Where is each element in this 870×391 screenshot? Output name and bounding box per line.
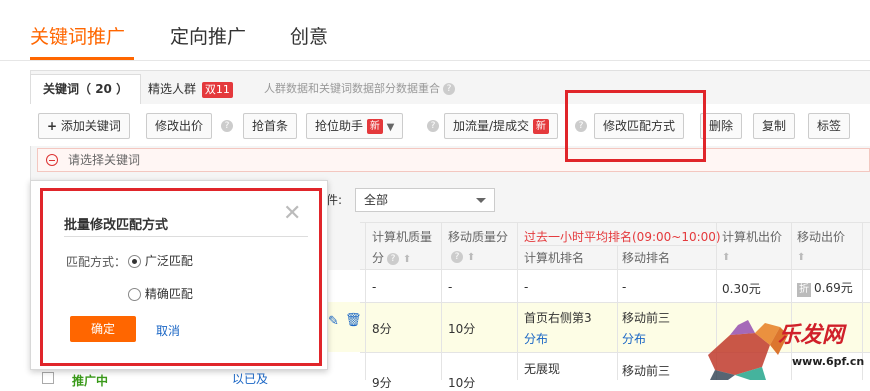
header-pc-quality[interactable]: 计算机质量 bbox=[372, 228, 432, 245]
cell-pc-quality: 8分 bbox=[372, 322, 392, 336]
new-badge: 新 bbox=[532, 119, 549, 134]
subtab-crowd-label: 精选人群 bbox=[148, 82, 197, 96]
sort-up-icon[interactable]: ⬆ bbox=[722, 252, 730, 263]
row-divider bbox=[360, 302, 870, 303]
crowd-data-hint: 人群数据和关键词数据部分数据重合? bbox=[264, 74, 455, 104]
tag-button[interactable]: 标签 bbox=[808, 113, 851, 139]
add-traffic-button[interactable]: 加流量/提成交 新 bbox=[444, 113, 558, 139]
row-link[interactable]: 以已及 bbox=[232, 370, 268, 387]
chevron-down-icon: ▼ bbox=[386, 122, 395, 133]
divider bbox=[0, 60, 870, 61]
select-keyword-text: 请选择关键词 bbox=[68, 153, 141, 167]
column-divider bbox=[441, 222, 442, 380]
cell-mobile-quality: 10分 bbox=[448, 376, 476, 390]
subtab-keywords-label: 关键词 bbox=[43, 82, 80, 96]
subtab-crowd[interactable]: 精选人群 双11 bbox=[148, 74, 233, 104]
help-icon[interactable]: ? bbox=[451, 250, 463, 263]
select-keyword-alert: 请选择关键词 bbox=[37, 148, 870, 172]
header-text: 分 bbox=[372, 251, 385, 265]
new-badge: 新 bbox=[366, 119, 383, 134]
tab-keyword-promotion[interactable]: 关键词推广 bbox=[30, 22, 125, 49]
tab-creative[interactable]: 创意 bbox=[290, 22, 328, 49]
header-pc-bid-sort[interactable]: ⬆ bbox=[722, 249, 730, 263]
sort-up-icon[interactable]: ⬆ bbox=[467, 252, 475, 263]
cell-pc-bid[interactable]: 0.30元 bbox=[722, 280, 761, 297]
watermark-text: 乐发网 bbox=[778, 323, 845, 348]
grab-top-label: 抢首条 bbox=[252, 119, 289, 133]
header-avg-rank: 过去一小时平均排名(09:00~10:00) bbox=[524, 230, 721, 244]
cell-pc-quality: - bbox=[372, 280, 377, 294]
chevron-down-icon bbox=[476, 198, 486, 203]
cell-pc-rank: 首页右侧第3 bbox=[524, 311, 592, 325]
delete-button[interactable]: 删除 bbox=[700, 113, 743, 139]
header-text: 计算机质量 bbox=[372, 230, 433, 244]
column-divider bbox=[517, 222, 518, 380]
cell-mobile-bid[interactable]: 折 0.69元 bbox=[797, 279, 853, 297]
header-pc-bid[interactable]: 计算机出价 bbox=[722, 228, 782, 245]
keyword-count: （ 20 ） bbox=[79, 82, 129, 96]
header-mobile-quality[interactable]: 移动质量分 bbox=[448, 228, 508, 245]
header-divider bbox=[520, 245, 716, 246]
subtab-keywords[interactable]: 关键词（ 20 ） bbox=[30, 74, 142, 105]
tab-targeted-promotion[interactable]: 定向推广 bbox=[170, 22, 246, 49]
rank-helper-button[interactable]: 抢位助手 新 ▼ bbox=[306, 113, 404, 139]
header-mobile-bid-sort[interactable]: ⬆ bbox=[797, 249, 805, 263]
edit-icon[interactable]: ✎ bbox=[328, 314, 339, 329]
header-mobile-quality-icons: ? ⬆ bbox=[448, 249, 475, 263]
filter-label: 件: bbox=[326, 193, 343, 207]
add-traffic-label: 加流量/提成交 bbox=[453, 119, 530, 133]
header-pc-quality-2: 分? ⬆ bbox=[372, 249, 411, 266]
modify-bid-button[interactable]: 修改出价 bbox=[146, 113, 213, 139]
rank-helper-label: 抢位助手 bbox=[315, 119, 364, 133]
cell-mobile-rank: 移动前三 bbox=[622, 311, 671, 325]
cell-mobile-quality: - bbox=[448, 280, 453, 294]
filter-select-value: 全部 bbox=[364, 193, 389, 207]
pc-rank-distribution-link[interactable]: 分布 bbox=[524, 330, 548, 347]
grab-top-button[interactable]: 抢首条 bbox=[243, 113, 298, 139]
header-text: 移动质量分 bbox=[448, 230, 509, 244]
help-icon[interactable]: ? bbox=[427, 120, 439, 132]
cell-mobile-rank: 移动前三 bbox=[622, 364, 671, 378]
filter-select[interactable]: 全部 bbox=[355, 188, 495, 212]
add-keyword-label: 添加关键词 bbox=[60, 119, 121, 133]
mobile-rank-distribution-link[interactable]: 分布 bbox=[622, 330, 646, 347]
row-checkbox[interactable] bbox=[42, 372, 54, 384]
minus-circle-icon bbox=[46, 154, 58, 166]
delete-label: 删除 bbox=[709, 119, 734, 133]
help-icon[interactable]: ? bbox=[387, 252, 400, 265]
copy-label: 复制 bbox=[762, 119, 787, 133]
sort-up-icon[interactable]: ⬆ bbox=[403, 254, 411, 265]
help-icon[interactable]: ? bbox=[443, 83, 455, 95]
highlight-box-popup bbox=[40, 188, 322, 366]
mobile-bid-value: 0.69元 bbox=[814, 281, 853, 295]
add-keyword-button[interactable]: + 添加关键词 bbox=[38, 113, 130, 139]
cell-pc-rank: 无展现 bbox=[524, 362, 561, 376]
plus-icon: + bbox=[47, 119, 58, 133]
watermark-url: www.6pf.cn bbox=[792, 355, 865, 368]
cell-pc-quality: 9分 bbox=[372, 376, 392, 390]
hint-text: 人群数据和关键词数据部分数据重合 bbox=[264, 82, 440, 95]
highlight-box-match-button bbox=[565, 90, 706, 162]
help-icon[interactable]: ? bbox=[221, 120, 233, 132]
modify-bid-label: 修改出价 bbox=[155, 119, 204, 133]
status-text: 推广中 bbox=[72, 374, 109, 388]
column-divider bbox=[365, 222, 366, 380]
copy-button[interactable]: 复制 bbox=[753, 113, 796, 139]
cell-mobile-quality: 10分 bbox=[448, 322, 476, 336]
tag-label: 标签 bbox=[817, 119, 842, 133]
header-mobile-rank: 移动排名 bbox=[622, 251, 671, 265]
double11-badge: 双11 bbox=[201, 81, 233, 98]
watermark-logo: 乐发网 www.6pf.cn bbox=[700, 305, 870, 380]
header-pc-rank: 计算机排名 bbox=[524, 251, 585, 265]
column-divider bbox=[617, 245, 618, 380]
discount-badge: 折 bbox=[797, 283, 811, 297]
cell-pc-rank: - bbox=[524, 280, 529, 294]
trash-icon[interactable]: 🗑 bbox=[345, 313, 362, 328]
header-mobile-bid[interactable]: 移动出价 bbox=[797, 228, 845, 245]
sort-up-icon[interactable]: ⬆ bbox=[797, 252, 805, 263]
cell-mobile-rank: - bbox=[622, 280, 627, 294]
